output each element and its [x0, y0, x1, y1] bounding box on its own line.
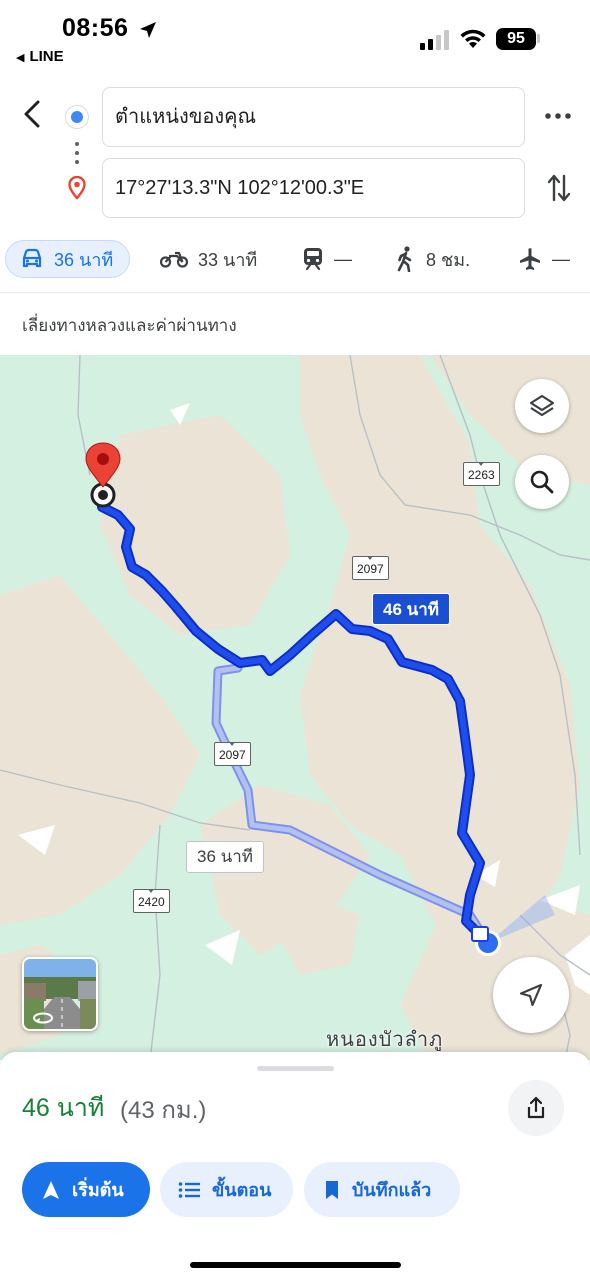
map-view[interactable]: 2263 2097 2097 2420 46 นาที 36 นาที หนอง… [0, 355, 590, 1060]
tab-transit[interactable]: — [302, 240, 352, 278]
route-connector-dots [75, 142, 79, 169]
battery-indicator: 95 [496, 28, 536, 50]
walk-icon [397, 246, 412, 272]
status-bar: 08:56 ◀ LINE 95 [0, 0, 590, 72]
tab-motorcycle-value: 33 นาที [198, 249, 258, 270]
map-search-button[interactable] [515, 455, 569, 509]
swap-endpoints-button[interactable] [542, 170, 576, 206]
layers-icon [529, 394, 555, 417]
layers-button[interactable] [515, 379, 569, 433]
travel-mode-tabs: 36 นาที 33 นาที — 8 ชม. — [0, 236, 590, 284]
tab-motorcycle[interactable]: 33 นาที [160, 240, 257, 278]
back-app-label: LINE [29, 48, 64, 65]
motorcycle-icon [160, 251, 188, 268]
list-icon [178, 1181, 200, 1198]
route-duration: 46 นาที [22, 1094, 105, 1122]
location-arrow-icon [140, 22, 156, 38]
navigation-icon [43, 1180, 59, 1199]
battery-cap [537, 34, 540, 43]
destination-pin-icon [68, 176, 86, 200]
tab-flight[interactable]: — [518, 240, 570, 278]
search-icon [530, 470, 554, 494]
more-horiz-icon [545, 113, 571, 119]
steps-label: ขั้นตอน [212, 1180, 272, 1200]
road-shield: 2263 [463, 462, 500, 486]
road-shield: 2097 [214, 742, 251, 766]
route-summary-sheet: 46 นาที (43 กม.) เริ่มต้น ขั้นตอน บันทึก… [0, 1052, 590, 1280]
swap-vertical-icon [547, 174, 571, 202]
route-distance: (43 กม.) [120, 1097, 207, 1124]
rotate-360-icon [33, 1012, 53, 1024]
tab-drive[interactable]: 36 นาที [5, 240, 131, 278]
tab-flight-value: — [552, 248, 570, 269]
tab-transit-value: — [334, 248, 352, 269]
train-icon [304, 248, 322, 271]
saved-button[interactable]: บันทึกแล้ว [304, 1162, 460, 1217]
start-label: เริ่มต้น [72, 1180, 124, 1200]
chevron-left-icon [24, 100, 40, 128]
sheet-drag-handle[interactable] [257, 1066, 334, 1071]
map-canvas [0, 355, 590, 1060]
route-start-marker [471, 926, 489, 942]
back-button[interactable] [14, 94, 50, 134]
wifi-icon [460, 29, 486, 48]
primary-route-callout[interactable]: 46 นาที [372, 593, 451, 625]
saved-label: บันทึกแล้ว [352, 1180, 432, 1200]
cellular-signal-icon [420, 30, 449, 50]
recenter-button[interactable] [493, 957, 569, 1033]
home-indicator [190, 1262, 401, 1268]
destination-input[interactable]: 17°27'13.3"N 102°12'00.3"E [102, 158, 525, 218]
road-shield: 2420 [133, 889, 170, 913]
navigation-arrow-icon [519, 983, 543, 1007]
origin-input[interactable]: ตำแหน่งของคุณ [102, 87, 525, 147]
header-divider [0, 292, 590, 293]
plane-icon [520, 248, 540, 270]
alt-route-callout[interactable]: 36 นาที [186, 841, 265, 873]
share-button[interactable] [508, 1080, 564, 1136]
tab-walk-value: 8 ชม. [426, 249, 471, 270]
street-view-thumbnail[interactable] [22, 957, 98, 1031]
steps-button[interactable]: ขั้นตอน [160, 1162, 293, 1217]
car-icon [22, 248, 42, 268]
route-options-link[interactable]: เลี่ยงทางหลวงและค่าผ่านทาง [22, 312, 237, 339]
status-time: 08:56 [62, 14, 129, 42]
start-navigation-button[interactable]: เริ่มต้น [22, 1162, 150, 1217]
road-shield: 2097 [352, 556, 389, 580]
origin-dot-icon [66, 106, 88, 128]
tab-drive-value: 36 นาที [54, 249, 114, 270]
back-to-app-link[interactable]: ◀ LINE [16, 48, 64, 65]
more-options-button[interactable] [540, 100, 576, 132]
tab-walk[interactable]: 8 ชม. [396, 240, 470, 278]
share-icon [527, 1096, 545, 1119]
bookmark-icon [326, 1180, 338, 1199]
place-label: หนองบัวลำภู [326, 1029, 444, 1051]
